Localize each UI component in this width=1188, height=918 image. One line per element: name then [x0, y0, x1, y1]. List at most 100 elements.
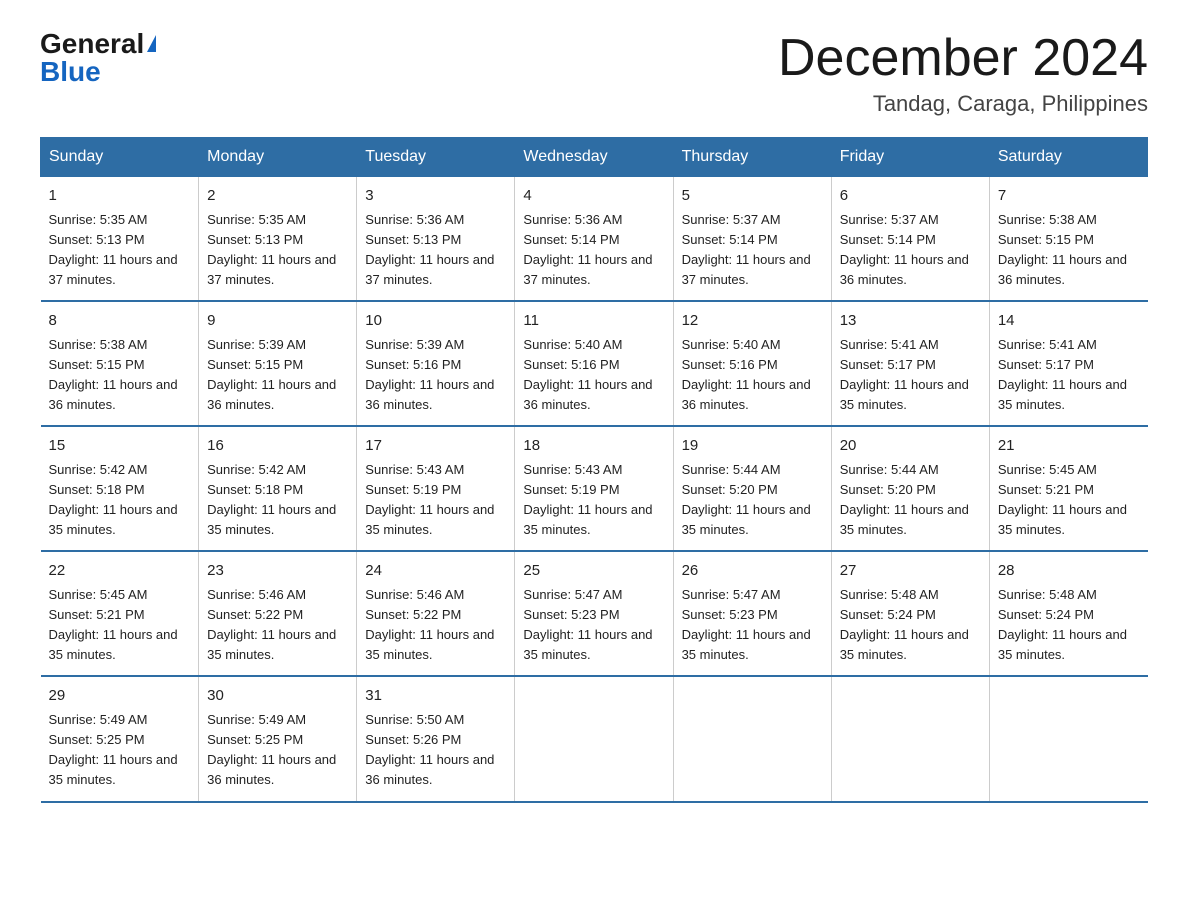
day-info: Sunrise: 5:48 AMSunset: 5:24 PMDaylight:… [840, 585, 981, 666]
day-info: Sunrise: 5:38 AMSunset: 5:15 PMDaylight:… [998, 210, 1140, 291]
calendar-cell: 25Sunrise: 5:47 AMSunset: 5:23 PMDayligh… [515, 551, 673, 676]
day-number: 3 [365, 185, 506, 208]
logo-text-blue: Blue [40, 56, 101, 87]
day-info: Sunrise: 5:39 AMSunset: 5:15 PMDaylight:… [207, 335, 348, 416]
calendar-cell: 3Sunrise: 5:36 AMSunset: 5:13 PMDaylight… [357, 177, 515, 302]
day-info: Sunrise: 5:44 AMSunset: 5:20 PMDaylight:… [682, 460, 823, 541]
day-info: Sunrise: 5:49 AMSunset: 5:25 PMDaylight:… [49, 710, 191, 791]
calendar-cell: 9Sunrise: 5:39 AMSunset: 5:15 PMDaylight… [199, 301, 357, 426]
calendar-cell: 1Sunrise: 5:35 AMSunset: 5:13 PMDaylight… [41, 177, 199, 302]
calendar-cell: 28Sunrise: 5:48 AMSunset: 5:24 PMDayligh… [989, 551, 1147, 676]
day-info: Sunrise: 5:45 AMSunset: 5:21 PMDaylight:… [998, 460, 1140, 541]
day-number: 4 [523, 185, 664, 208]
day-info: Sunrise: 5:41 AMSunset: 5:17 PMDaylight:… [840, 335, 981, 416]
day-info: Sunrise: 5:39 AMSunset: 5:16 PMDaylight:… [365, 335, 506, 416]
calendar-cell: 6Sunrise: 5:37 AMSunset: 5:14 PMDaylight… [831, 177, 989, 302]
calendar-cell [989, 676, 1147, 801]
calendar-cell: 24Sunrise: 5:46 AMSunset: 5:22 PMDayligh… [357, 551, 515, 676]
day-info: Sunrise: 5:47 AMSunset: 5:23 PMDaylight:… [682, 585, 823, 666]
calendar-cell: 26Sunrise: 5:47 AMSunset: 5:23 PMDayligh… [673, 551, 831, 676]
day-number: 27 [840, 560, 981, 583]
day-info: Sunrise: 5:47 AMSunset: 5:23 PMDaylight:… [523, 585, 664, 666]
day-info: Sunrise: 5:37 AMSunset: 5:14 PMDaylight:… [682, 210, 823, 291]
calendar-week-row: 22Sunrise: 5:45 AMSunset: 5:21 PMDayligh… [41, 551, 1148, 676]
day-info: Sunrise: 5:36 AMSunset: 5:14 PMDaylight:… [523, 210, 664, 291]
logo-text-general: General [40, 30, 144, 58]
day-info: Sunrise: 5:37 AMSunset: 5:14 PMDaylight:… [840, 210, 981, 291]
day-number: 30 [207, 685, 348, 708]
calendar-cell: 27Sunrise: 5:48 AMSunset: 5:24 PMDayligh… [831, 551, 989, 676]
day-number: 10 [365, 310, 506, 333]
day-number: 17 [365, 435, 506, 458]
day-info: Sunrise: 5:38 AMSunset: 5:15 PMDaylight:… [49, 335, 191, 416]
day-info: Sunrise: 5:45 AMSunset: 5:21 PMDaylight:… [49, 585, 191, 666]
day-number: 11 [523, 310, 664, 333]
calendar-cell: 30Sunrise: 5:49 AMSunset: 5:25 PMDayligh… [199, 676, 357, 801]
day-number: 22 [49, 560, 191, 583]
calendar-cell: 15Sunrise: 5:42 AMSunset: 5:18 PMDayligh… [41, 426, 199, 551]
day-info: Sunrise: 5:40 AMSunset: 5:16 PMDaylight:… [682, 335, 823, 416]
day-number: 24 [365, 560, 506, 583]
day-number: 2 [207, 185, 348, 208]
calendar-cell: 31Sunrise: 5:50 AMSunset: 5:26 PMDayligh… [357, 676, 515, 801]
day-number: 28 [998, 560, 1140, 583]
day-number: 5 [682, 185, 823, 208]
calendar-header-row: SundayMondayTuesdayWednesdayThursdayFrid… [41, 138, 1148, 177]
calendar-cell: 8Sunrise: 5:38 AMSunset: 5:15 PMDaylight… [41, 301, 199, 426]
title-location: Tandag, Caraga, Philippines [778, 91, 1148, 117]
header-wednesday: Wednesday [515, 138, 673, 177]
logo-triangle-icon [147, 35, 156, 52]
day-number: 6 [840, 185, 981, 208]
calendar-cell: 17Sunrise: 5:43 AMSunset: 5:19 PMDayligh… [357, 426, 515, 551]
calendar-cell: 18Sunrise: 5:43 AMSunset: 5:19 PMDayligh… [515, 426, 673, 551]
day-info: Sunrise: 5:35 AMSunset: 5:13 PMDaylight:… [207, 210, 348, 291]
calendar-cell: 21Sunrise: 5:45 AMSunset: 5:21 PMDayligh… [989, 426, 1147, 551]
day-number: 19 [682, 435, 823, 458]
day-number: 29 [49, 685, 191, 708]
day-number: 14 [998, 310, 1140, 333]
header-thursday: Thursday [673, 138, 831, 177]
calendar-cell: 10Sunrise: 5:39 AMSunset: 5:16 PMDayligh… [357, 301, 515, 426]
calendar-cell: 29Sunrise: 5:49 AMSunset: 5:25 PMDayligh… [41, 676, 199, 801]
calendar-week-row: 1Sunrise: 5:35 AMSunset: 5:13 PMDaylight… [41, 177, 1148, 302]
calendar-cell: 5Sunrise: 5:37 AMSunset: 5:14 PMDaylight… [673, 177, 831, 302]
day-number: 13 [840, 310, 981, 333]
day-number: 26 [682, 560, 823, 583]
day-number: 9 [207, 310, 348, 333]
day-info: Sunrise: 5:36 AMSunset: 5:13 PMDaylight:… [365, 210, 506, 291]
title-block: December 2024 Tandag, Caraga, Philippine… [778, 30, 1148, 117]
calendar-week-row: 29Sunrise: 5:49 AMSunset: 5:25 PMDayligh… [41, 676, 1148, 801]
day-number: 8 [49, 310, 191, 333]
header-sunday: Sunday [41, 138, 199, 177]
calendar-week-row: 15Sunrise: 5:42 AMSunset: 5:18 PMDayligh… [41, 426, 1148, 551]
day-info: Sunrise: 5:40 AMSunset: 5:16 PMDaylight:… [523, 335, 664, 416]
calendar-cell: 4Sunrise: 5:36 AMSunset: 5:14 PMDaylight… [515, 177, 673, 302]
calendar-cell: 2Sunrise: 5:35 AMSunset: 5:13 PMDaylight… [199, 177, 357, 302]
day-info: Sunrise: 5:43 AMSunset: 5:19 PMDaylight:… [523, 460, 664, 541]
day-info: Sunrise: 5:41 AMSunset: 5:17 PMDaylight:… [998, 335, 1140, 416]
calendar-cell [515, 676, 673, 801]
day-number: 23 [207, 560, 348, 583]
day-info: Sunrise: 5:35 AMSunset: 5:13 PMDaylight:… [49, 210, 191, 291]
day-info: Sunrise: 5:42 AMSunset: 5:18 PMDaylight:… [207, 460, 348, 541]
day-number: 18 [523, 435, 664, 458]
day-number: 20 [840, 435, 981, 458]
calendar-table: SundayMondayTuesdayWednesdayThursdayFrid… [40, 137, 1148, 802]
calendar-cell: 22Sunrise: 5:45 AMSunset: 5:21 PMDayligh… [41, 551, 199, 676]
calendar-cell: 14Sunrise: 5:41 AMSunset: 5:17 PMDayligh… [989, 301, 1147, 426]
day-number: 25 [523, 560, 664, 583]
day-info: Sunrise: 5:43 AMSunset: 5:19 PMDaylight:… [365, 460, 506, 541]
calendar-cell: 11Sunrise: 5:40 AMSunset: 5:16 PMDayligh… [515, 301, 673, 426]
day-info: Sunrise: 5:49 AMSunset: 5:25 PMDaylight:… [207, 710, 348, 791]
day-number: 21 [998, 435, 1140, 458]
calendar-cell: 12Sunrise: 5:40 AMSunset: 5:16 PMDayligh… [673, 301, 831, 426]
day-number: 1 [49, 185, 191, 208]
title-month-year: December 2024 [778, 30, 1148, 87]
header-friday: Friday [831, 138, 989, 177]
day-number: 7 [998, 185, 1140, 208]
day-number: 12 [682, 310, 823, 333]
day-info: Sunrise: 5:42 AMSunset: 5:18 PMDaylight:… [49, 460, 191, 541]
day-info: Sunrise: 5:50 AMSunset: 5:26 PMDaylight:… [365, 710, 506, 791]
day-info: Sunrise: 5:46 AMSunset: 5:22 PMDaylight:… [365, 585, 506, 666]
calendar-week-row: 8Sunrise: 5:38 AMSunset: 5:15 PMDaylight… [41, 301, 1148, 426]
